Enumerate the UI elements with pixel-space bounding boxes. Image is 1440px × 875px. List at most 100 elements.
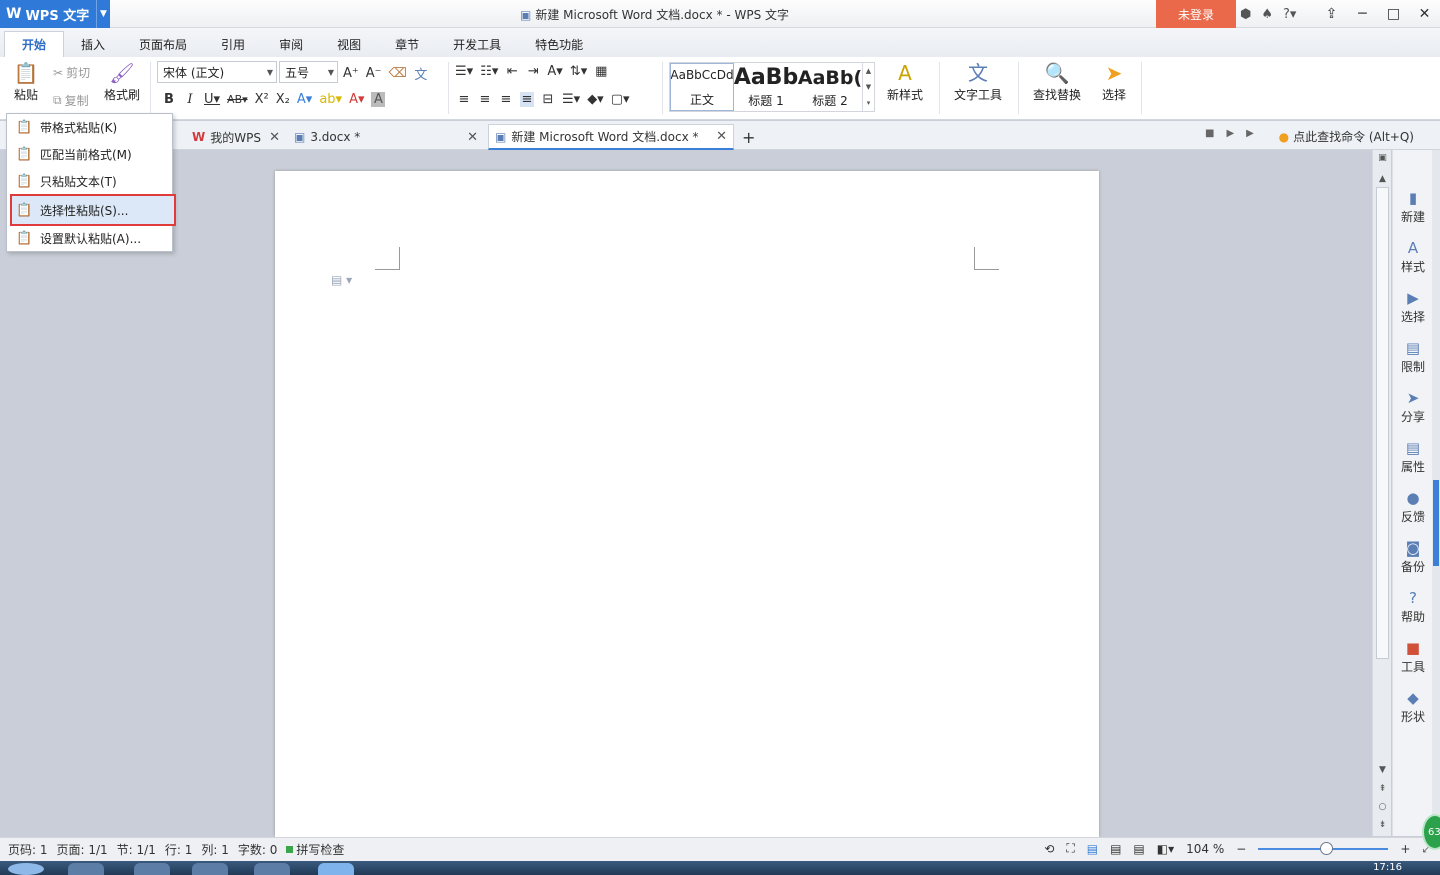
align-center-icon[interactable]: ≡	[478, 92, 492, 107]
underline-icon[interactable]: U▾	[204, 92, 220, 107]
web-view-icon[interactable]: ▤	[1133, 842, 1144, 856]
prev-page-icon[interactable]: ⇞	[1373, 784, 1392, 794]
taskbar-app-1[interactable]	[68, 863, 104, 875]
side-style[interactable]: A 样式	[1393, 238, 1433, 275]
paste-match-format[interactable]: 📋 匹配当前格式(M)	[7, 142, 172, 167]
new-tab-button[interactable]: +	[736, 124, 758, 150]
char-shading-icon[interactable]: A	[371, 92, 386, 107]
redo-icon[interactable]: ▶	[1246, 128, 1254, 139]
close-icon[interactable]: ✕	[269, 130, 280, 145]
chevron-down-icon[interactable]: ▼	[96, 0, 110, 28]
undo-icon[interactable]: ▶	[1226, 128, 1234, 139]
clear-format-icon[interactable]: ⌫	[389, 66, 407, 81]
table-icon[interactable]: ▦	[594, 64, 608, 79]
align-left-icon[interactable]: ≡	[457, 92, 471, 107]
chevron-down-icon[interactable]: ▼	[866, 83, 871, 91]
new-style-button[interactable]: A 新样式	[880, 60, 930, 103]
tab-my-wps[interactable]: W 我的WPS ✕	[186, 124, 286, 150]
shading-icon[interactable]: ◆▾	[587, 92, 604, 107]
increase-indent-icon[interactable]: ⇥	[526, 64, 540, 79]
decrease-indent-icon[interactable]: ⇤	[505, 64, 519, 79]
document-page[interactable]	[275, 171, 1099, 837]
strikethrough-icon[interactable]: AB▾	[227, 93, 248, 106]
scroll-down-arrow[interactable]: ▼	[1373, 765, 1392, 775]
superscript-icon[interactable]: X²	[255, 92, 269, 107]
side-panel-edge[interactable]	[1432, 150, 1440, 836]
paste-keep-format[interactable]: 📋 带格式粘贴(K)	[7, 115, 172, 140]
command-search[interactable]: ● 点此查找命令 (Alt+Q)	[1279, 128, 1414, 145]
outline-view-icon[interactable]: ▤	[1110, 842, 1121, 856]
zoom-in-icon[interactable]: +	[1400, 842, 1410, 856]
tab-special[interactable]: 特色功能	[518, 31, 600, 57]
change-case-icon[interactable]: A▾	[547, 64, 562, 79]
font-color-icon[interactable]: A▾	[349, 92, 364, 107]
scroll-options-icon[interactable]: ▣	[1373, 153, 1392, 163]
side-restrict[interactable]: ▤ 限制	[1393, 338, 1433, 375]
zoom-value[interactable]: 104 %	[1186, 842, 1224, 856]
bold-icon[interactable]: B	[162, 92, 176, 107]
save-icon[interactable]: ■	[1205, 128, 1214, 139]
tab-insert[interactable]: 插入	[64, 31, 122, 57]
subscript-icon[interactable]: X₂	[276, 92, 290, 107]
taskbar-app-4[interactable]	[254, 863, 290, 875]
taskbar-app-wps[interactable]	[318, 863, 354, 875]
reading-view-icon[interactable]: ◧▾	[1157, 842, 1174, 856]
gallery-scroll[interactable]: ▲ ▼ ▾	[862, 63, 874, 111]
vertical-scrollbar[interactable]: ▣ ▲ ▼ ⇞ ○ ⇟	[1372, 150, 1391, 836]
fullscreen-icon[interactable]: ⛶	[1066, 841, 1074, 856]
copy-button[interactable]: ⧉ 复制	[53, 92, 89, 109]
taskbar-app-2[interactable]	[134, 863, 170, 875]
skin-icon[interactable]: ⬢	[1240, 7, 1251, 22]
paste-button[interactable]: 📋 粘贴	[8, 60, 44, 103]
zoom-slider[interactable]	[1258, 841, 1389, 855]
side-select[interactable]: ▶ 选择	[1393, 288, 1433, 325]
side-panel-toggle[interactable]	[1433, 480, 1439, 566]
bullet-list-icon[interactable]: ☰▾	[455, 64, 473, 79]
italic-icon[interactable]: I	[183, 92, 197, 107]
close-icon[interactable]: ✕	[716, 129, 727, 144]
select-button[interactable]: ➤ 选择	[1094, 60, 1134, 103]
highlight-icon[interactable]: ab▾	[319, 92, 342, 107]
close-button[interactable]: ✕	[1409, 0, 1440, 28]
font-name-select[interactable]: 宋体 (正文) ▼	[157, 61, 277, 83]
scroll-up-arrow[interactable]: ▲	[1373, 174, 1392, 184]
justify-icon[interactable]: ≡	[520, 92, 534, 107]
tab-3-docx[interactable]: ▣ 3.docx * ✕	[288, 124, 484, 150]
sort-icon[interactable]: ⇅▾	[570, 64, 587, 79]
next-page-icon[interactable]: ⇟	[1373, 820, 1392, 830]
minimize-button[interactable]: ─	[1347, 0, 1378, 28]
login-button[interactable]: 未登录	[1156, 0, 1236, 28]
taskbar-app-3[interactable]	[192, 863, 228, 875]
numbered-list-icon[interactable]: ☷▾	[480, 64, 498, 79]
shirt-icon[interactable]: ♠	[1261, 7, 1273, 22]
tab-page-layout[interactable]: 页面布局	[122, 31, 204, 57]
style-normal[interactable]: AaBbCcDd 正文	[670, 63, 734, 111]
paste-set-default[interactable]: 📋 设置默认粘贴(A)...	[7, 226, 172, 251]
tab-current-doc[interactable]: ▣ 新建 Microsoft Word 文档.docx * ✕	[488, 124, 734, 150]
style-heading-2[interactable]: AaBb( 标题 2	[798, 63, 862, 111]
grow-font-icon[interactable]: A⁺	[343, 66, 359, 81]
side-tools[interactable]: ■ 工具	[1393, 638, 1433, 675]
cut-button[interactable]: ✂ 剪切	[53, 64, 90, 81]
chevron-up-icon[interactable]: ▲	[866, 67, 871, 75]
text-effect-icon[interactable]: A▾	[297, 92, 312, 107]
start-button[interactable]	[8, 863, 44, 875]
side-backup[interactable]: ◙ 备份	[1393, 538, 1433, 575]
status-word-count[interactable]: 字数: 0	[238, 841, 287, 858]
tab-references[interactable]: 引用	[204, 31, 262, 57]
paste-special[interactable]: 📋 选择性粘贴(S)...	[10, 194, 176, 226]
side-share[interactable]: ➤ 分享	[1393, 388, 1433, 425]
close-icon[interactable]: ✕	[467, 130, 478, 145]
zoom-out-icon[interactable]: −	[1236, 842, 1246, 856]
paragraph-options-icon[interactable]: ▤ ▾	[331, 273, 352, 287]
find-replace-button[interactable]: 🔍 查找替换	[1027, 60, 1087, 103]
phonetic-icon[interactable]: 文	[414, 64, 428, 83]
style-heading-1[interactable]: AaBb 标题 1	[734, 63, 798, 111]
maximize-button[interactable]: □	[1378, 0, 1409, 28]
shrink-font-icon[interactable]: A⁻	[366, 66, 382, 81]
side-properties[interactable]: ▤ 属性	[1393, 438, 1433, 475]
side-feedback[interactable]: ● 反馈	[1393, 488, 1433, 525]
tab-review[interactable]: 审阅	[262, 31, 320, 57]
line-spacing-icon[interactable]: ☰▾	[562, 92, 580, 107]
upload-icon[interactable]: ⇪	[1316, 0, 1347, 28]
